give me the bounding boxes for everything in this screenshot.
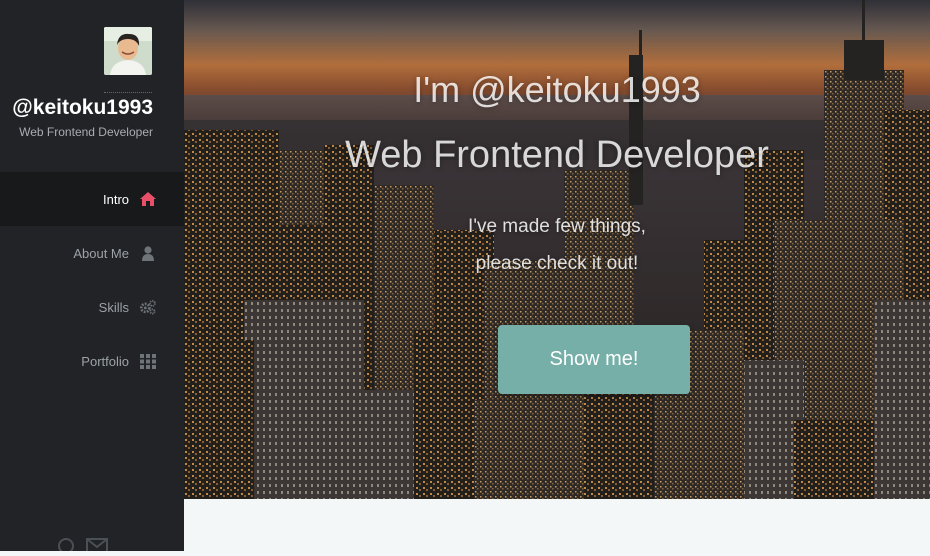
show-me-button[interactable]: Show me! <box>498 325 690 394</box>
sidebar-item-label: Skills <box>98 299 129 315</box>
sidebar-item-label: Portfolio <box>81 353 129 369</box>
user-icon <box>140 245 156 261</box>
hero-subtitle: Web Frontend Developer <box>345 134 769 176</box>
hero-section: I'm @keitoku1993 Web Frontend Developer … <box>184 0 930 499</box>
next-section <box>184 499 930 551</box>
sidebar-item-intro[interactable]: Intro <box>0 172 184 226</box>
avatar-divider <box>104 92 152 93</box>
username: @keitoku1993 <box>12 96 153 119</box>
sidebar-item-about-me[interactable]: About Me <box>0 226 184 280</box>
hero-text-line-1: I've made few things, <box>468 216 646 237</box>
sidebar-item-skills[interactable]: Skills <box>0 280 184 334</box>
gears-icon <box>140 299 156 315</box>
home-icon <box>140 191 156 207</box>
github-icon[interactable] <box>58 538 74 556</box>
social-links <box>58 538 108 556</box>
sidebar-item-label: Intro <box>102 191 129 207</box>
sidebar-item-label: About Me <box>73 245 129 261</box>
sidebar: @keitoku1993 Web Frontend Developer Intr… <box>0 0 184 554</box>
sidebar-item-portfolio[interactable]: Portfolio <box>0 334 184 388</box>
mail-icon[interactable] <box>86 538 108 556</box>
hero-title: I'm @keitoku1993 <box>413 69 701 110</box>
sidebar-nav: Intro About Me Skills Portfolio <box>0 172 184 388</box>
hero-text-line-2: please check it out! <box>475 253 639 274</box>
avatar <box>104 27 152 75</box>
grid-icon <box>140 353 156 369</box>
user-role: Web Frontend Developer <box>19 125 153 139</box>
